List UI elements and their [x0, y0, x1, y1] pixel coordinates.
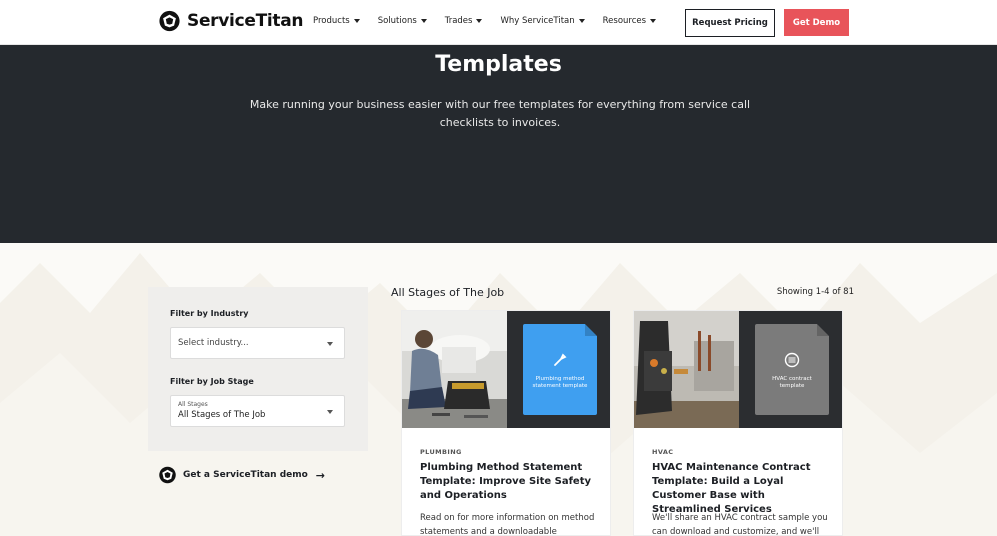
industry-filter-label: Filter by Industry: [170, 309, 249, 318]
caret-down-icon: [650, 19, 657, 23]
job-stage-select-value: All Stages of The Job: [178, 410, 266, 420]
results-count: Showing 1-4 of 81: [776, 287, 854, 297]
caret-down-icon: [476, 19, 483, 23]
document-label: HVAC contract template: [772, 376, 812, 389]
wrench-icon: [554, 353, 567, 366]
card-title[interactable]: Plumbing Method Statement Template: Impr…: [420, 461, 600, 503]
arrow-right-icon: →: [315, 468, 326, 482]
get-demo-link[interactable]: Get a ServiceTitan demo →: [158, 466, 325, 484]
get-demo-button[interactable]: Get Demo: [784, 9, 849, 36]
page-fold: [585, 324, 597, 336]
plumber-photo: [402, 311, 507, 428]
nav-trades[interactable]: Trades: [445, 16, 483, 26]
request-pricing-button[interactable]: Request Pricing: [685, 9, 775, 37]
caret-down-icon: [420, 19, 427, 23]
results-heading: All Stages of The Job: [391, 286, 505, 299]
nav-label: Resources: [602, 16, 647, 26]
card-image: Plumbing method statement template: [402, 311, 610, 428]
template-card[interactable]: HVAC contract template HVAC HVAC Mainten…: [633, 310, 843, 536]
logo-text: ServiceTitan: [187, 11, 304, 31]
main-nav: Products Solutions Trades Why ServiceTit…: [313, 16, 674, 26]
document-label: Plumbing method statement template: [532, 376, 588, 389]
card-description: Read on for more information on method s…: [420, 513, 595, 536]
card-description: We'll share an HVAC contract sample you …: [652, 513, 828, 536]
hero-subtitle: Make running your business easier with o…: [249, 98, 751, 129]
card-image-panel: HVAC contract template: [739, 311, 842, 428]
page-title: Templates: [435, 52, 562, 77]
nav-solutions[interactable]: Solutions: [378, 16, 427, 26]
document-thumbnail: Plumbing method statement template: [523, 324, 597, 415]
nav-label: Solutions: [377, 16, 417, 26]
caret-down-icon: [353, 19, 360, 23]
template-card[interactable]: Plumbing method statement template PLUMB…: [401, 310, 611, 536]
get-demo-link-label: Get a ServiceTitan demo: [183, 470, 308, 480]
chevron-down-icon: [327, 410, 333, 414]
nav-label: Why ServiceTitan: [500, 16, 575, 26]
caret-down-icon: [578, 19, 585, 23]
top-navigation: ServiceTitan Products Solutions Trades W…: [0, 0, 997, 45]
nav-resources[interactable]: Resources: [602, 16, 657, 26]
nav-products[interactable]: Products: [313, 16, 360, 26]
nav-label: Products: [313, 16, 350, 26]
job-stage-select-caption: All Stages: [178, 401, 208, 408]
industry-select-placeholder: Select industry...: [178, 338, 249, 348]
hvac-technician-photo: [634, 311, 739, 428]
nav-label: Trades: [444, 16, 473, 26]
stage-filter-label: Filter by Job Stage: [170, 377, 254, 386]
fan-icon: [784, 352, 800, 368]
hero-banner: Templates Make running your business eas…: [0, 45, 997, 243]
filter-panel: Filter by Industry Select industry... Fi…: [148, 287, 368, 451]
page-fold: [817, 324, 829, 336]
card-image: HVAC contract template: [634, 311, 842, 428]
titan-logo-icon: [159, 466, 176, 484]
card-category: HVAC: [652, 448, 674, 456]
titan-logo-icon: [159, 10, 180, 32]
document-thumbnail: HVAC contract template: [755, 324, 829, 415]
nav-why-servicetitan[interactable]: Why ServiceTitan: [500, 16, 585, 26]
chevron-down-icon: [327, 342, 333, 346]
job-stage-select[interactable]: All Stages All Stages of The Job: [170, 395, 345, 427]
card-image-panel: Plumbing method statement template: [507, 311, 610, 428]
card-category: PLUMBING: [420, 448, 462, 456]
card-title[interactable]: HVAC Maintenance Contract Template: Buil…: [652, 461, 832, 517]
servicetitan-logo[interactable]: ServiceTitan: [158, 10, 304, 32]
industry-select[interactable]: Select industry...: [170, 327, 345, 359]
